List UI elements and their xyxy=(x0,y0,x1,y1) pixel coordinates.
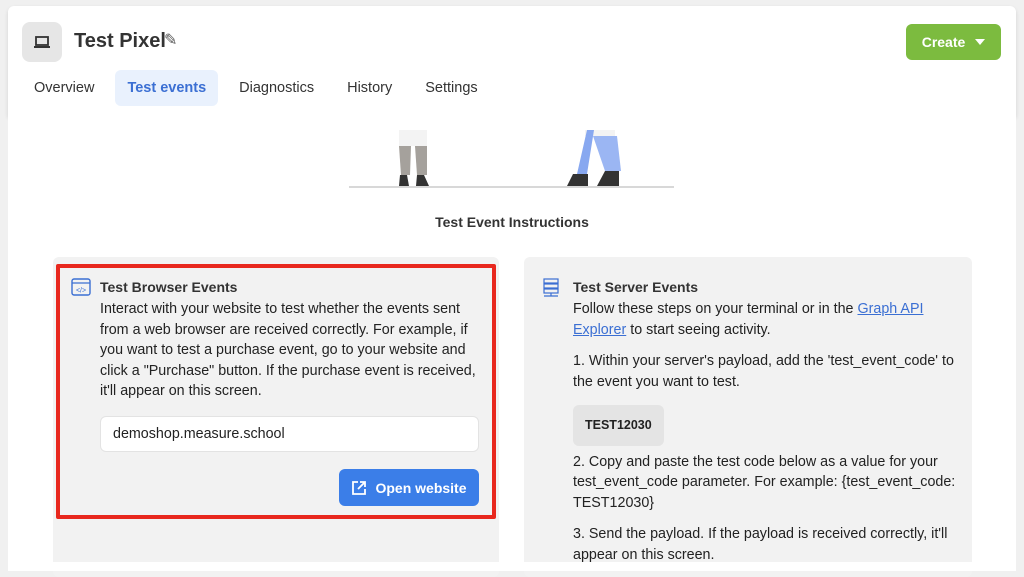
instructions-heading: Test Event Instructions xyxy=(435,214,589,230)
laptop-icon xyxy=(22,22,62,62)
svg-text:</>: </> xyxy=(76,288,86,295)
open-website-button[interactable]: Open website xyxy=(339,469,479,506)
browser-events-title: Test Browser Events xyxy=(100,279,238,295)
page-title: Test Pixel xyxy=(74,30,166,52)
tab-diagnostics[interactable]: Diagnostics xyxy=(227,70,326,106)
server-events-card: Test Server Events Follow these steps on… xyxy=(524,257,972,577)
tab-settings[interactable]: Settings xyxy=(413,70,489,106)
tab-overview[interactable]: Overview xyxy=(22,70,106,106)
server-events-steps: Follow these steps on your terminal or i… xyxy=(573,299,958,576)
tab-history[interactable]: History xyxy=(335,70,404,106)
test-event-code[interactable]: TEST12030 xyxy=(573,405,664,446)
open-website-label: Open website xyxy=(375,479,467,496)
browser-events-description: Interact with your website to test wheth… xyxy=(100,301,476,399)
browser-events-card: </> Test Browser Events Interact with yo… xyxy=(53,257,499,577)
step-3: 3. Send the payload. If the payload is r… xyxy=(573,526,948,563)
tab-test-events[interactable]: Test events xyxy=(115,70,219,106)
external-link-icon xyxy=(352,480,367,495)
create-button[interactable]: Create xyxy=(906,24,1001,60)
intro-text: Follow these steps on your terminal or i… xyxy=(573,301,858,317)
page-header: Test Pixel ✎ Create Overview Test events… xyxy=(8,6,1016,116)
step-2: 2. Copy and paste the test code below as… xyxy=(573,453,956,511)
server-icon xyxy=(543,278,559,297)
illustration xyxy=(349,130,674,188)
pencil-icon[interactable]: ✎ xyxy=(164,30,177,50)
tab-bar: Overview Test events Diagnostics History… xyxy=(22,70,499,106)
caret-down-icon xyxy=(975,39,986,45)
intro-text-end: to start seeing activity. xyxy=(626,321,771,338)
create-label: Create xyxy=(921,34,966,50)
browser-code-icon: </> xyxy=(71,278,91,296)
server-events-title: Test Server Events xyxy=(573,279,699,295)
step-1: 1. Within your server's payload, add the… xyxy=(573,353,954,390)
bottom-edge xyxy=(8,562,1016,571)
main-content: Test Event Instructions </> Test Browser… xyxy=(8,116,1016,577)
website-url-input[interactable]: demoshop.measure.school xyxy=(100,416,479,452)
